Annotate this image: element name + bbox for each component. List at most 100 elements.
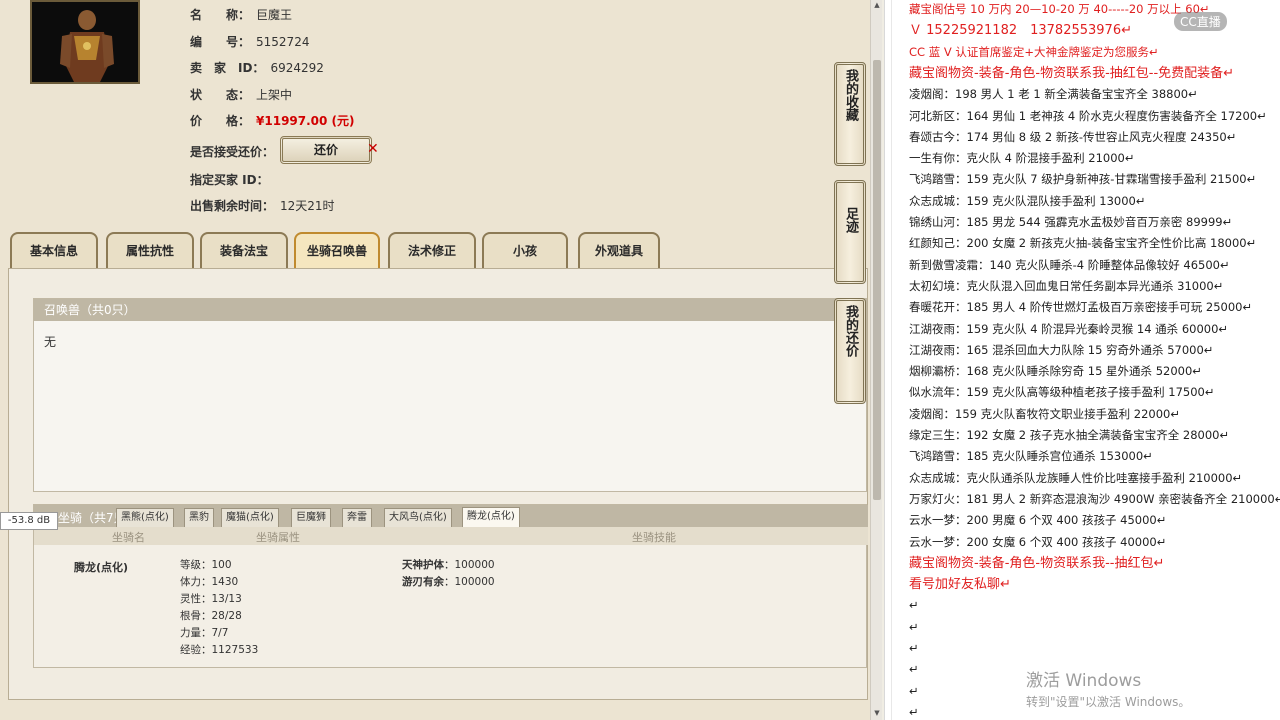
note-line: 藏宝阁物资-装备-角色-物资联系我--抽红包↵ bbox=[909, 555, 1165, 571]
mount-tab[interactable]: 大风鸟(点化) bbox=[384, 508, 452, 527]
margin-line bbox=[891, 0, 892, 720]
windows-activation-notice: 激活 Windows 转到"设置"以激活 Windows。 bbox=[1026, 666, 1190, 710]
summon-content: 无 bbox=[44, 335, 57, 349]
note-line: 一生有你：克火队 4 阶混接手盈利 21000↵ bbox=[909, 151, 1135, 166]
note-line: ↵ bbox=[909, 683, 919, 698]
price-label: 价 格： bbox=[190, 114, 251, 128]
note-line: CC 蓝 V 认证首席鉴定+大神金牌鉴定为您服务↵ bbox=[909, 44, 1159, 59]
mount-tab-selected[interactable]: 腾龙(点化) bbox=[462, 507, 520, 527]
note-line: 凌烟阁：159 克火队畜牧符文职业接手盈利 22000↵ bbox=[909, 406, 1180, 421]
note-line: Ｖ 15225921182 13782553976↵ bbox=[909, 23, 1132, 39]
tab-appearance[interactable]: 外观道具 bbox=[578, 232, 660, 268]
col-mount-attr: 坐骑属性 bbox=[256, 531, 300, 544]
mount-panel: 坐骑（共7只） 黑熊(点化) 黑豹 魔猫(点化) 巨魔狮 奔雷 大风鸟(点化) … bbox=[33, 504, 868, 668]
note-line: 凌烟阁：198 男人 1 老 1 新全满装备宝宝齐全 38800↵ bbox=[909, 87, 1198, 102]
skill-value: ：100000 bbox=[444, 576, 495, 588]
activate-title: 激活 Windows bbox=[1026, 671, 1142, 691]
mount-tab[interactable]: 黑豹 bbox=[184, 508, 214, 527]
note-line: ↵ bbox=[909, 704, 919, 719]
summon-header: 召唤兽（共0只） bbox=[34, 299, 866, 321]
mount-skill: 游刃有余：100000 bbox=[402, 574, 495, 589]
side-label: 足迹 bbox=[843, 207, 858, 233]
name-label: 名 称： bbox=[190, 8, 251, 22]
stream-watermark: CC直播 bbox=[1174, 12, 1227, 31]
note-line: 春暖花开：185 男人 4 阶传世燃灯孟极百万亲密接手可玩 25000↵ bbox=[909, 300, 1253, 315]
note-line: ↵ bbox=[909, 598, 919, 613]
tab-attributes[interactable]: 属性抗性 bbox=[106, 232, 194, 268]
scroll-down-icon[interactable]: ▼ bbox=[872, 708, 882, 718]
note-line: 藏宝阁估号 10 万内 20—10-20 万 40-----20 万以上 60↵ bbox=[909, 2, 1210, 16]
activate-subtitle: 转到"设置"以激活 Windows。 bbox=[1026, 695, 1191, 709]
summon-panel: 召唤兽（共0只） 无 bbox=[33, 298, 867, 492]
note-line: 烟柳灞桥：168 克火队睡杀除穷奇 15 星外通杀 52000↵ bbox=[909, 364, 1202, 379]
status-row: 状 态： 上架中 bbox=[190, 86, 292, 103]
side-label: 我的还价 bbox=[843, 305, 858, 357]
item-name-row: 名 称： 巨魔王 bbox=[190, 6, 292, 23]
mount-tab[interactable]: 魔猫(点化) bbox=[221, 508, 279, 527]
mount-name: 腾龙(点化) bbox=[74, 561, 129, 574]
col-mount-name: 坐骑名 bbox=[112, 531, 145, 544]
mount-tab[interactable]: 奔雷 bbox=[342, 508, 372, 527]
notes-document: 藏宝阁估号 10 万内 20—10-20 万 40-----20 万以上 60↵… bbox=[884, 0, 1280, 720]
note-line: 众志成城：159 克火队混队接手盈利 13000↵ bbox=[909, 193, 1146, 208]
mount-tab[interactable]: 巨魔狮 bbox=[291, 508, 331, 527]
item-id-row: 编 号： 5152724 bbox=[190, 33, 309, 50]
my-favorites-button[interactable]: 我的收藏 bbox=[834, 62, 866, 166]
mount-attr-spirit: 灵性：13/13 bbox=[180, 593, 242, 605]
close-icon[interactable]: ✕ bbox=[367, 141, 379, 157]
note-line: 飞鸿踏雪：185 克火队睡杀宫位通杀 153000↵ bbox=[909, 449, 1153, 464]
buyer-label: 指定买家 ID： bbox=[190, 173, 269, 187]
tab-spell-mods[interactable]: 法术修正 bbox=[388, 232, 476, 268]
my-counter-offers-button[interactable]: 我的还价 bbox=[834, 298, 866, 404]
counter-offer-row: 是否接受还价： bbox=[190, 143, 274, 160]
note-line: 云水一梦：200 女魔 6 个双 400 孩孩子 40000↵ bbox=[909, 534, 1167, 549]
mount-attr-bone: 根骨：28/28 bbox=[180, 610, 242, 622]
mount-attr-exp: 经验：1127533 bbox=[180, 644, 259, 656]
mount-attr-strength: 力量：7/7 bbox=[180, 627, 229, 639]
tab-children[interactable]: 小孩 bbox=[482, 232, 568, 268]
footprint-button[interactable]: 足迹 bbox=[834, 180, 866, 284]
volume-tooltip: -53.8 dB bbox=[0, 512, 58, 530]
time-row: 出售剩余时间： 12天21时 bbox=[190, 197, 335, 214]
skill-name: 天神护体 bbox=[402, 559, 444, 571]
skill-name: 游刃有余 bbox=[402, 576, 444, 588]
mount-columns: 坐骑名 坐骑属性 坐骑技能 bbox=[34, 527, 868, 545]
time-label: 出售剩余时间： bbox=[190, 199, 275, 213]
tab-mounts-summons[interactable]: 坐骑召唤兽 bbox=[294, 232, 380, 268]
status-value: 上架中 bbox=[256, 88, 293, 102]
scroll-up-icon[interactable]: ▲ bbox=[872, 0, 882, 10]
note-line: 看号加好友私聊↵ bbox=[909, 577, 1011, 593]
note-line: 江湖夜雨：159 克火队 4 阶混异光秦岭灵猴 14 通杀 60000↵ bbox=[909, 321, 1229, 336]
tab-equipment[interactable]: 装备法宝 bbox=[200, 232, 288, 268]
mount-tab[interactable]: 黑熊(点化) bbox=[116, 508, 174, 527]
counter-offer-button[interactable]: 还价 bbox=[280, 136, 372, 164]
item-name: 巨魔王 bbox=[256, 8, 293, 22]
character-avatar bbox=[30, 0, 140, 84]
note-line: 飞鸿踏雪：159 克火队 7 级护身新神孩-甘霖瑞雪接手盈利 21500↵ bbox=[909, 172, 1257, 187]
note-line: 太初幻境：克火队混入回血鬼日常任务副本异光通杀 31000↵ bbox=[909, 278, 1224, 293]
seller-id: 6924292 bbox=[270, 61, 324, 75]
mount-skill: 天神护体：100000 bbox=[402, 557, 495, 572]
skill-value: ：100000 bbox=[444, 559, 495, 571]
seller-id-row: 卖 家 ID： 6924292 bbox=[190, 59, 324, 76]
tab-basic-info[interactable]: 基本信息 bbox=[10, 232, 98, 268]
status-label: 状 态： bbox=[190, 88, 251, 102]
price-value: ¥11997.00 (元) bbox=[256, 114, 355, 128]
mount-header: 坐骑（共7只） 黑熊(点化) 黑豹 魔猫(点化) 巨魔狮 奔雷 大风鸟(点化) … bbox=[34, 505, 868, 527]
note-line: 江湖夜雨：165 混杀回血大力队除 15 穷奇外通杀 57000↵ bbox=[909, 342, 1214, 357]
game-scrollbar[interactable]: ▲ ▼ bbox=[870, 0, 882, 720]
col-mount-skill: 坐骑技能 bbox=[632, 531, 676, 544]
note-line: 缘定三生：192 女魔 2 孩子克水抽全满装备宝宝齐全 28000↵ bbox=[909, 428, 1230, 442]
buyer-row: 指定买家 ID： bbox=[190, 171, 269, 188]
scroll-thumb[interactable] bbox=[873, 60, 881, 500]
note-line: 新到傲雪凌霜：140 克火队睡杀-4 阶睡整体品像较好 46500↵ bbox=[909, 257, 1230, 272]
id-label: 编 号： bbox=[190, 35, 251, 49]
note-line: 藏宝阁物资-装备-角色-物资联系我-抽红包--免费配装备↵ bbox=[909, 65, 1235, 81]
counter-label: 是否接受还价： bbox=[190, 145, 275, 159]
time-left: 12天21时 bbox=[280, 199, 335, 213]
note-line: 河北新区：164 男仙 1 老神孩 4 阶水克火程度伤害装备齐全 17200↵ bbox=[909, 108, 1267, 123]
item-detail-panel: 名 称： 巨魔王 编 号： 5152724 卖 家 ID： 6924292 状 态： 上… bbox=[0, 0, 870, 720]
note-line: ↵ bbox=[909, 619, 919, 634]
note-line: 锦绣山河：185 男龙 544 强霹克水盂极妙音百万亲密 89999↵ bbox=[909, 215, 1233, 229]
mount-attr-level: 等级：100 bbox=[180, 559, 232, 571]
